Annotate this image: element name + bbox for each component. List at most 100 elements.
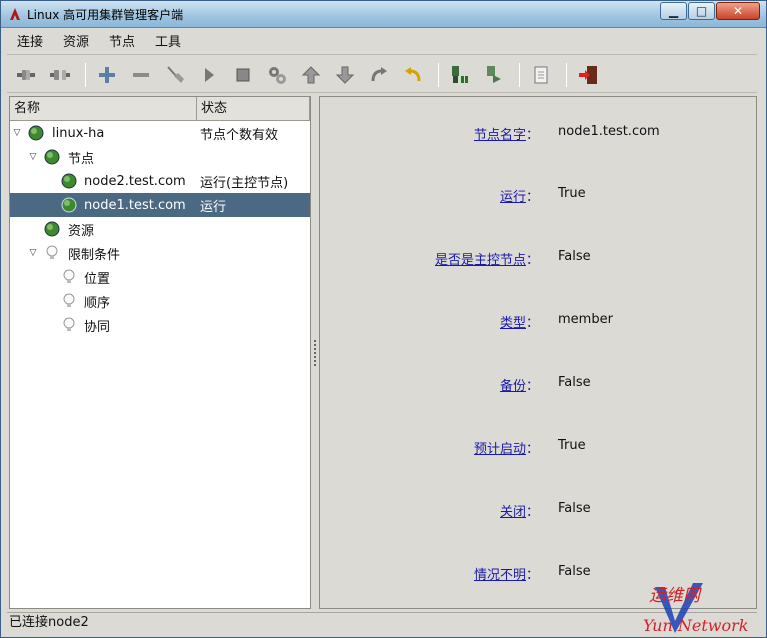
detail-colon: ： <box>526 442 540 457</box>
standby-node-button[interactable] <box>445 60 475 90</box>
detail-colon: ： <box>526 379 540 394</box>
tree-row-status: 运行 <box>200 199 227 215</box>
detail-colon: ： <box>526 316 540 331</box>
toolbar <box>7 57 757 93</box>
remove-icon <box>133 72 149 77</box>
tree-row-status: 节点个数有效 <box>200 127 279 143</box>
connect-button[interactable] <box>11 60 41 90</box>
tree-row-label: 顺序 <box>84 295 111 311</box>
connect-icon <box>17 69 35 80</box>
column-header-name[interactable]: 名称 <box>10 97 197 120</box>
tree-row-status: 运行(主控节点) <box>200 175 289 191</box>
tree-row-order[interactable]: 顺序 <box>10 289 310 313</box>
tree-row-location[interactable]: 位置 <box>10 265 310 289</box>
detail-key[interactable]: 备份 <box>500 375 526 394</box>
maximize-button[interactable]: □ <box>688 2 715 20</box>
menu-tools[interactable]: 工具 <box>145 31 191 55</box>
disconnect-button[interactable] <box>45 60 75 90</box>
toolbar-separator <box>85 62 86 87</box>
cleanup-broom-icon <box>167 65 184 83</box>
detail-value: False <box>558 375 591 390</box>
tree-row-label: 限制条件 <box>68 247 121 263</box>
green-status-icon <box>61 197 77 213</box>
detail-colon: ： <box>526 190 540 205</box>
tree-row-nodes[interactable]: ▽ 节点 <box>10 145 310 169</box>
splitter-grip-icon <box>314 339 316 366</box>
detail-key[interactable]: 是否是主控节点 <box>435 249 526 268</box>
tree-row-constraints[interactable]: ▽ 限制条件 <box>10 241 310 265</box>
toolbar-separator <box>438 62 439 87</box>
stop-button[interactable] <box>228 60 258 90</box>
active-node-button[interactable] <box>479 60 509 90</box>
tree-row-node1[interactable]: node1.test.com 运行 <box>10 193 310 217</box>
window-controls: ▁ □ ✕ <box>660 2 760 20</box>
detail-key[interactable]: 类型 <box>500 312 526 331</box>
app-window: Linux 高可用集群管理客户端 ▁ □ ✕ 连接 资源 节点 工具 名称 状态… <box>0 0 767 638</box>
expand-chevron-icon[interactable]: ▽ <box>28 152 38 162</box>
exit-button[interactable] <box>573 60 603 90</box>
menu-connect[interactable]: 连接 <box>7 31 53 55</box>
detail-colon: ： <box>526 505 540 520</box>
watermark-line2: Yun Network <box>643 616 748 635</box>
watermark-line1: 运维网 <box>649 586 702 606</box>
tree-row-label: 协同 <box>84 319 111 335</box>
window-title: Linux 高可用集群管理客户端 <box>27 7 184 22</box>
migrate-button[interactable] <box>262 60 292 90</box>
detail-row-running: 运行 ： True <box>320 186 756 206</box>
tree-header: 名称 状态 <box>10 97 310 121</box>
detail-value: False <box>558 564 591 579</box>
view-log-button[interactable] <box>526 60 556 90</box>
start-button[interactable] <box>194 60 224 90</box>
disconnect-icon <box>50 69 70 80</box>
close-button[interactable]: ✕ <box>716 2 760 20</box>
active-node-icon <box>487 65 501 83</box>
pane-splitter[interactable] <box>312 96 318 609</box>
expand-chevron-icon[interactable]: ▽ <box>12 128 22 138</box>
detail-key[interactable]: 情况不明 <box>474 564 526 583</box>
add-button[interactable] <box>92 60 122 90</box>
column-header-status[interactable]: 状态 <box>197 97 310 120</box>
detail-key[interactable]: 预计启动 <box>474 438 526 457</box>
stop-square-icon <box>236 68 250 81</box>
tree-row-resources[interactable]: 资源 <box>10 217 310 241</box>
move-down-icon <box>335 66 355 84</box>
lightbulb-icon <box>63 317 75 331</box>
tree-row-label: 位置 <box>84 271 111 287</box>
detail-key[interactable]: 运行 <box>500 186 526 205</box>
detail-key[interactable]: 关闭 <box>500 501 526 520</box>
remove-button[interactable] <box>126 60 156 90</box>
connection-status-text: 已连接node2 <box>9 615 89 630</box>
move-up-button[interactable] <box>296 60 326 90</box>
tree-row-colocation[interactable]: 协同 <box>10 313 310 337</box>
tree-row-label: 节点 <box>68 151 95 167</box>
minimize-button[interactable]: ▁ <box>660 2 687 20</box>
menu-resources[interactable]: 资源 <box>53 31 99 55</box>
redo-icon <box>371 66 387 81</box>
exit-door-icon <box>579 65 597 84</box>
detail-value: True <box>558 438 586 453</box>
undo-button[interactable] <box>398 60 428 90</box>
cleanup-button[interactable] <box>160 60 190 90</box>
tree-row-label: node1.test.com <box>84 197 186 213</box>
menu-nodes[interactable]: 节点 <box>99 31 145 55</box>
undo-icon <box>405 66 421 81</box>
title-bar[interactable]: Linux 高可用集群管理客户端 ▁ □ ✕ <box>1 1 766 28</box>
detail-value: member <box>558 312 613 327</box>
expand-chevron-icon[interactable]: ▽ <box>28 248 38 258</box>
toolbar-separator <box>566 62 567 87</box>
tree-row-label: 资源 <box>68 223 95 239</box>
redo-button[interactable] <box>364 60 394 90</box>
tree-row-cluster[interactable]: ▽ linux-ha 节点个数有效 <box>10 121 310 145</box>
detail-key[interactable]: 节点名字 <box>474 124 526 143</box>
tree-row-label: node2.test.com <box>84 173 186 189</box>
detail-colon: ： <box>526 128 540 143</box>
move-down-button[interactable] <box>330 60 360 90</box>
menu-bar: 连接 资源 节点 工具 <box>7 31 757 55</box>
log-document-icon <box>534 66 548 83</box>
detail-value: node1.test.com <box>558 124 660 139</box>
watermark-logo: 运维网 Yun Network <box>641 581 766 637</box>
move-up-icon <box>301 65 321 83</box>
tree-row-node2[interactable]: node2.test.com 运行(主控节点) <box>10 169 310 193</box>
lightbulb-icon <box>63 293 75 307</box>
detail-row-shutdown: 关闭 ： False <box>320 501 756 521</box>
